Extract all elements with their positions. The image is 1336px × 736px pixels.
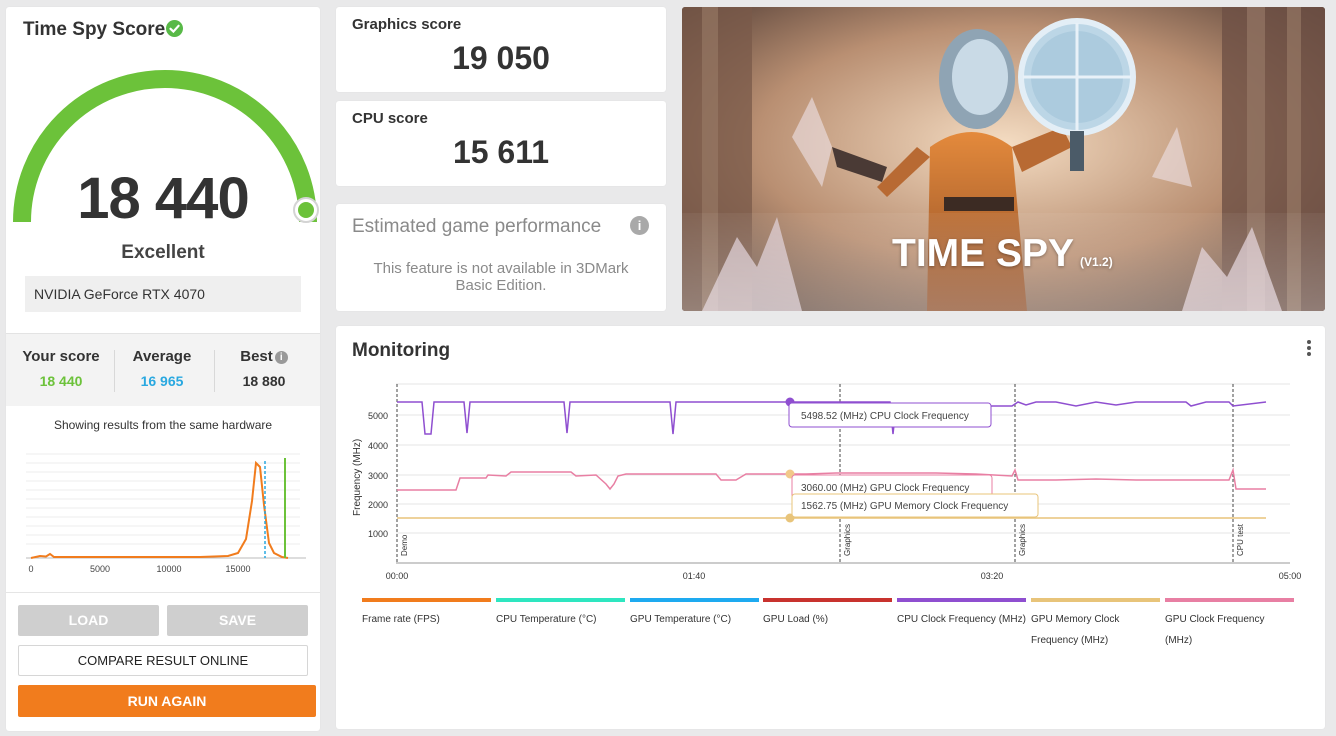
hero-title-text: TIME SPY bbox=[892, 232, 1075, 275]
graphics-score-label: Graphics score bbox=[352, 16, 462, 33]
legend-label: GPU Clock Frequency (MHz) bbox=[1165, 614, 1265, 646]
best-label: Best bbox=[240, 348, 273, 365]
average-column: Average 16 965 bbox=[124, 348, 200, 389]
gpu-clock-tooltip: 3060.00 (MHz) GPU Clock Frequency bbox=[801, 483, 969, 494]
info-icon[interactable]: i bbox=[630, 216, 649, 235]
legend-item[interactable]: GPU Load (%) bbox=[763, 598, 892, 630]
benchmark-hero-image: TIME SPY (V1.2) bbox=[682, 7, 1325, 311]
score-panel: Time Spy Score 18 440 Excellent NVIDIA G… bbox=[6, 7, 320, 731]
legend-item[interactable]: CPU Temperature (°C) bbox=[496, 598, 625, 630]
your-score-label: Your score bbox=[22, 348, 100, 365]
legend-item[interactable]: GPU Clock Frequency (MHz) bbox=[1165, 598, 1294, 651]
marker-label: Graphics bbox=[1018, 524, 1027, 556]
x-tick: 00:00 bbox=[386, 571, 409, 581]
score-rating: Excellent bbox=[121, 242, 205, 263]
legend-label: CPU Clock Frequency (MHz) bbox=[897, 614, 1026, 625]
score-title: Time Spy Score bbox=[23, 19, 166, 40]
x-tick: 05:00 bbox=[1279, 571, 1302, 581]
run-again-button[interactable]: RUN AGAIN bbox=[18, 685, 316, 717]
divider bbox=[214, 350, 215, 392]
legend-swatch bbox=[496, 598, 625, 602]
info-icon[interactable]: i bbox=[274, 351, 288, 364]
graphics-score-card: Graphics score 19 050 bbox=[336, 7, 666, 92]
y-tick: 3000 bbox=[368, 471, 388, 481]
legend-label: CPU Temperature (°C) bbox=[496, 614, 597, 625]
estimated-performance-message: This feature is not available in 3DMark … bbox=[373, 260, 629, 294]
marker-label: Graphics bbox=[843, 524, 852, 556]
legend-item[interactable]: CPU Clock Frequency (MHz) bbox=[897, 598, 1026, 630]
graphics-score-value: 19 050 bbox=[452, 40, 550, 76]
y-axis-label: Frequency (MHz) bbox=[352, 439, 363, 516]
histogram-caption: Showing results from the same hardware bbox=[53, 418, 273, 432]
legend-item[interactable]: GPU Memory Clock Frequency (MHz) bbox=[1031, 598, 1160, 651]
legend-swatch bbox=[1031, 598, 1160, 602]
legend-label: GPU Load (%) bbox=[763, 614, 829, 625]
your-score-column: Your score 18 440 bbox=[18, 348, 104, 389]
check-icon bbox=[166, 20, 183, 37]
your-score-value: 18 440 bbox=[39, 373, 83, 389]
legend-swatch bbox=[362, 598, 491, 602]
hero-title: TIME SPY (V1.2) bbox=[892, 232, 1113, 276]
y-tick: 5000 bbox=[368, 411, 388, 421]
hist-tick: 15000 bbox=[225, 564, 250, 573]
y-tick: 1000 bbox=[368, 529, 388, 539]
y-tick: 4000 bbox=[368, 441, 388, 451]
legend-label: GPU Memory Clock Frequency (MHz) bbox=[1031, 614, 1120, 646]
score-histogram: 0 5000 10000 15000 bbox=[26, 453, 306, 573]
marker-label: Demo bbox=[400, 534, 409, 556]
hero-version: (V1.2) bbox=[1080, 255, 1113, 269]
divider bbox=[6, 592, 320, 593]
average-value: 16 965 bbox=[140, 373, 184, 389]
x-tick: 03:20 bbox=[981, 571, 1004, 581]
gpu-name: NVIDIA GeForce RTX 4070 bbox=[25, 276, 301, 312]
estimated-performance-card: Estimated game performance i This featur… bbox=[336, 204, 666, 311]
legend-label: GPU Temperature (°C) bbox=[630, 614, 732, 625]
legend-label: Frame rate (FPS) bbox=[362, 614, 440, 625]
main-score: 18 440 bbox=[77, 166, 249, 231]
y-tick: 2000 bbox=[368, 500, 388, 510]
score-comparison: Your score 18 440 Average 16 965 Best i 1… bbox=[6, 333, 320, 406]
hist-tick: 10000 bbox=[156, 564, 181, 573]
best-value: 18 880 bbox=[242, 373, 286, 389]
hist-tick: 0 bbox=[28, 564, 33, 573]
cpu-score-label: CPU score bbox=[352, 110, 428, 127]
x-tick: 01:40 bbox=[683, 571, 706, 581]
monitoring-chart: Demo Graphics Graphics CPU test 1000 200… bbox=[352, 383, 1302, 581]
cpu-score-card: CPU score 15 611 bbox=[336, 101, 666, 186]
load-button[interactable]: LOAD bbox=[18, 605, 159, 636]
legend-swatch bbox=[1165, 598, 1294, 602]
legend-swatch bbox=[897, 598, 1026, 602]
legend-swatch bbox=[763, 598, 892, 602]
gpu-memory-clock-tooltip: 1562.75 (MHz) GPU Memory Clock Frequency bbox=[801, 501, 1008, 512]
best-column: Best i 18 880 bbox=[224, 348, 304, 389]
save-button[interactable]: SAVE bbox=[167, 605, 308, 636]
marker-label: CPU test bbox=[1236, 523, 1245, 556]
legend-item[interactable]: Frame rate (FPS) bbox=[362, 598, 491, 630]
hist-tick: 5000 bbox=[90, 564, 110, 573]
compare-online-button[interactable]: COMPARE RESULT ONLINE bbox=[18, 645, 308, 676]
average-label: Average bbox=[132, 348, 192, 365]
cpu-score-value: 15 611 bbox=[452, 134, 550, 170]
legend-item[interactable]: GPU Temperature (°C) bbox=[630, 598, 759, 630]
estimated-performance-title: Estimated game performance bbox=[352, 216, 602, 237]
cpu-clock-tooltip: 5498.52 (MHz) CPU Clock Frequency bbox=[801, 411, 969, 422]
divider bbox=[114, 350, 115, 392]
legend-swatch bbox=[630, 598, 759, 602]
monitoring-card: Monitoring Demo Graphics Graphics CPU te… bbox=[336, 326, 1325, 729]
